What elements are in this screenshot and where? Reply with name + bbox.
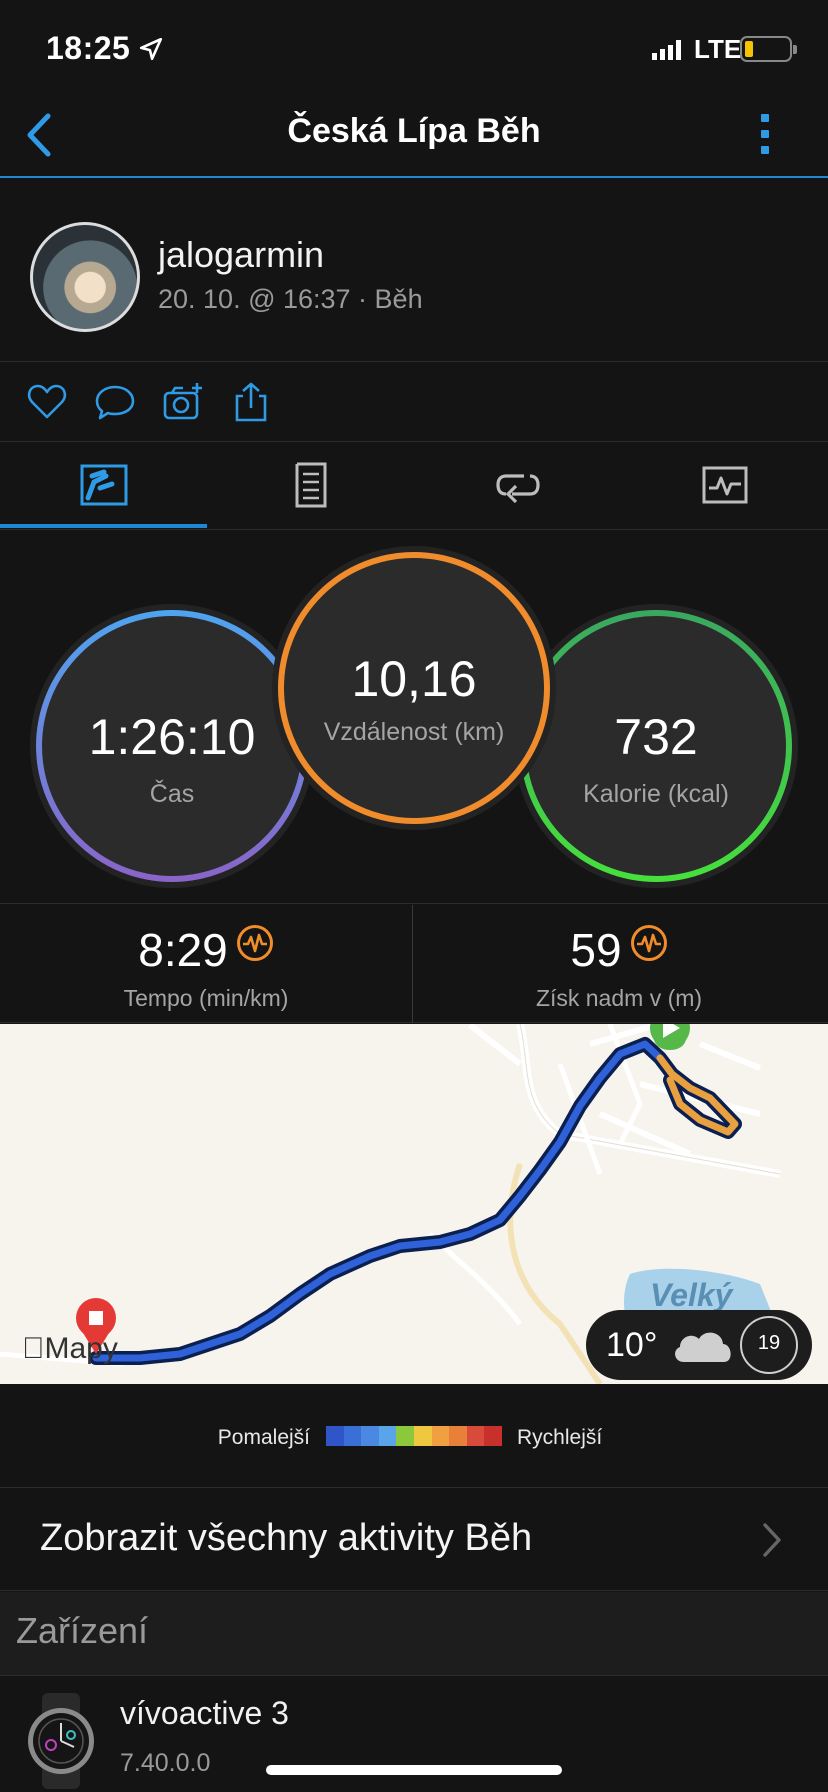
summary-stats: 1:26:10 Čas 732 Kalorie (kcal) 10,16 Vzd…	[0, 530, 828, 904]
device-name: vívoactive 3	[120, 1695, 289, 1731]
network-type: LTE	[694, 34, 742, 64]
legend-swatch	[326, 1426, 344, 1446]
cloud-icon	[675, 1332, 731, 1362]
tab-charts[interactable]	[621, 442, 828, 530]
device-section-title: Zařízení	[16, 1610, 149, 1651]
legend-swatch	[378, 1426, 397, 1446]
overview-icon	[80, 464, 128, 506]
page-title: Česká Lípa Běh	[287, 112, 541, 150]
route-map[interactable]: Velký Mapy 10° 19	[0, 1024, 828, 1384]
location-arrow-icon	[139, 37, 163, 61]
signal-icon	[652, 40, 681, 60]
active-tab-indicator	[0, 524, 207, 528]
weather-badge[interactable]: 10° 19	[586, 1310, 812, 1380]
calories-ring: 732 Kalorie (kcal)	[520, 610, 792, 882]
apple-logo-icon: 	[22, 1332, 45, 1365]
elevation-value: 59	[570, 924, 622, 976]
home-indicator[interactable]	[266, 1765, 562, 1775]
secondary-stats: 8:29 Tempo (min/km) 59 Získ nadm v (m)	[0, 905, 828, 1023]
elevation-stat: 59 Získ nadm v (m)	[413, 905, 825, 1023]
pace-stat: 8:29 Tempo (min/km)	[0, 905, 412, 1023]
comment-icon[interactable]	[94, 382, 136, 422]
distance-label: Vzdálenost (km)	[323, 718, 505, 746]
heart-icon[interactable]	[26, 382, 68, 422]
calories-value: 732	[614, 709, 698, 765]
avatar[interactable]	[30, 222, 140, 332]
more-vertical-icon[interactable]	[756, 110, 774, 162]
tab-bar	[0, 442, 828, 530]
legend-swatch	[413, 1426, 432, 1446]
nav-bar: Česká Lípa Běh	[0, 96, 828, 178]
legend-swatch	[396, 1426, 414, 1446]
chevron-right-icon	[763, 1523, 781, 1557]
view-all-activities[interactable]: Zobrazit všechny aktivity Běh	[0, 1489, 828, 1591]
view-all-label: Zobrazit všechny aktivity Běh	[40, 1517, 533, 1559]
watch-icon	[28, 1693, 94, 1789]
charts-icon	[702, 466, 748, 504]
pace-legend: Pomalejší Rychlejší	[0, 1384, 828, 1488]
legend-swatch	[361, 1426, 379, 1446]
pace-label: Tempo (min/km)	[123, 985, 289, 1011]
legend-swatch	[343, 1426, 362, 1446]
weather-temp: 10°	[606, 1326, 658, 1364]
status-bar: 18:25 LTE	[0, 0, 828, 96]
legend-color-scale	[326, 1426, 502, 1446]
legend-swatch	[484, 1426, 502, 1446]
activity-date-type: 20. 10. @ 16:37 · Běh	[158, 284, 423, 314]
calories-label: Kalorie (kcal)	[583, 780, 729, 808]
share-icon[interactable]	[230, 382, 272, 422]
details-document-icon	[295, 462, 327, 508]
camera-add-icon[interactable]	[162, 382, 204, 422]
tab-overview[interactable]	[0, 442, 207, 530]
maps-attribution: Mapy	[22, 1332, 118, 1365]
social-actions	[0, 362, 828, 442]
device-version: 7.40.0.0	[120, 1749, 211, 1777]
time-value: 1:26:10	[88, 709, 256, 765]
username[interactable]: jalogarmin	[158, 234, 324, 276]
battery-icon	[740, 36, 797, 62]
pace-value: 8:29	[138, 924, 228, 976]
device-section-header: Zařízení	[0, 1592, 828, 1676]
legend-swatch	[431, 1426, 450, 1446]
elevation-label: Získ nadm v (m)	[535, 985, 703, 1011]
distance-ring: 10,16 Vzdálenost (km)	[278, 552, 550, 824]
tab-laps[interactable]	[414, 442, 621, 530]
legend-swatch	[466, 1426, 485, 1446]
activity-owner: jalogarmin 20. 10. @ 16:37 · Běh	[0, 180, 828, 362]
legend-faster: Rychlejší	[517, 1426, 603, 1449]
tab-details[interactable]	[207, 442, 414, 530]
map-place-label: Velký	[650, 1277, 735, 1313]
pace-chart-icon[interactable]	[236, 924, 274, 962]
legend-slower: Pomalejší	[217, 1426, 310, 1449]
status-time: 18:25	[46, 30, 131, 66]
laps-repeat-icon	[496, 474, 540, 504]
elevation-chart-icon[interactable]	[630, 924, 668, 962]
time-ring: 1:26:10 Čas	[36, 610, 308, 882]
time-label: Čas	[149, 780, 195, 808]
legend-swatch	[449, 1426, 467, 1446]
distance-value: 10,16	[351, 651, 477, 707]
wind-indicator: 19	[740, 1316, 798, 1374]
